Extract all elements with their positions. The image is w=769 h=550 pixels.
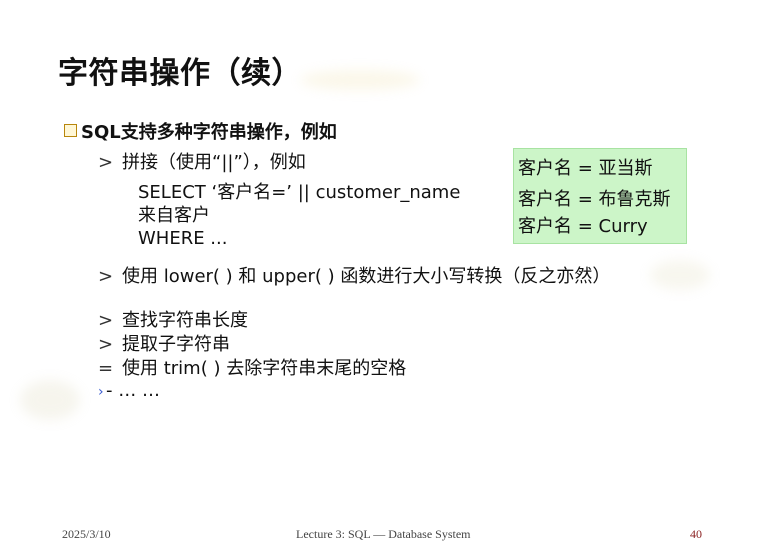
result-box: 客户名 = 亚当斯 客户名 = 布鲁克斯 客户名 = Curry: [513, 148, 687, 244]
result-line: 客户名 = 亚当斯: [518, 158, 653, 179]
result-line: 客户名 = Curry: [518, 216, 648, 237]
arrow-icon: >: [98, 310, 114, 331]
list-item-text: - … …: [106, 380, 160, 401]
footer-page-number: 40: [690, 527, 702, 541]
result-line: 客户名 = 布鲁克斯: [518, 189, 671, 210]
list-item: › - … …: [98, 380, 160, 401]
footer-date: 2025/3/10: [62, 527, 111, 541]
equals-icon: =: [98, 358, 114, 379]
arrow-icon: >: [98, 334, 114, 355]
code-line: WHERE ...: [138, 228, 228, 249]
list-item: > 使用 lower( ) 和 upper( ) 函数进行大小写转换（反之亦然）: [98, 262, 610, 288]
list-item-text: 使用 lower( ) 和 upper( ) 函数进行大小写转换（反之亦然）: [122, 266, 611, 287]
list-item-text: 使用 trim( ) 去除字符串末尾的空格: [122, 358, 407, 379]
code-line: 来自客户: [138, 205, 210, 226]
list-item-text: 拼接（使用“||”），例如: [122, 152, 306, 173]
list-item: > 拼接（使用“||”），例如: [98, 148, 306, 174]
bullet-box-icon: [64, 124, 77, 137]
slide-title: 字符串操作（续）: [58, 56, 302, 91]
code-line: SELECT ‘客户名=’ || customer_name: [138, 182, 461, 203]
list-item-text: 查找字符串长度: [122, 310, 248, 331]
list-item: = 使用 trim( ) 去除字符串末尾的空格: [98, 354, 406, 380]
arrow-icon: >: [98, 266, 114, 287]
main-bullet: SQL支持多种字符串操作，例如: [64, 118, 337, 144]
list-item: > 查找字符串长度: [98, 306, 248, 332]
chevron-icon: ›: [98, 384, 104, 400]
list-item: > 提取子字符串: [98, 330, 230, 356]
arrow-icon: >: [98, 152, 114, 173]
list-item-text: 提取子字符串: [122, 334, 230, 355]
slide: 字符串操作（续） SQL支持多种字符串操作，例如 > 拼接（使用“||”），例如 …: [0, 0, 769, 550]
main-bullet-text: SQL支持多种字符串操作，例如: [81, 122, 337, 143]
footer-course: Lecture 3: SQL — Database System: [296, 527, 471, 541]
